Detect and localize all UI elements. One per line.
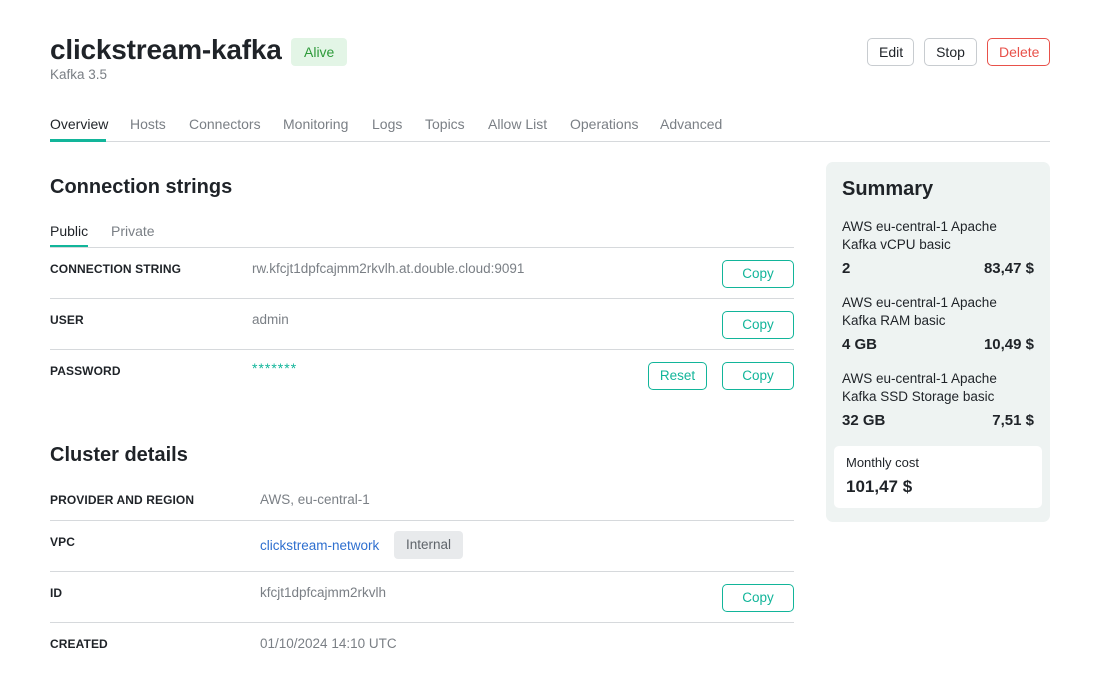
user-value: admin [252, 312, 289, 327]
subtab-private[interactable]: Private [111, 223, 155, 239]
id-label: ID [50, 586, 63, 600]
active-tab-indicator [50, 139, 106, 142]
connection-string-value: rw.kfcjt1dpfcajmm2rkvlh.at.double.cloud:… [252, 261, 525, 276]
connection-subtabs: Public Private [50, 220, 794, 248]
reset-password-button[interactable]: Reset [648, 362, 707, 390]
provider-label: PROVIDER AND REGION [50, 493, 195, 507]
delete-button[interactable]: Delete [987, 38, 1050, 66]
summary-item-price: 10,49 $ [983, 336, 1034, 353]
tab-advanced[interactable]: Advanced [660, 116, 722, 132]
copy-user-button[interactable]: Copy [722, 311, 794, 339]
active-subtab-indicator [50, 245, 88, 247]
copy-connection-string-button[interactable]: Copy [722, 260, 794, 288]
summary-item-price: 7,51 $ [992, 412, 1034, 429]
connection-strings-heading: Connection strings [50, 176, 233, 198]
summary-item-price: 83,47 $ [983, 260, 1034, 277]
vpc-label: VPC [50, 535, 75, 549]
tab-hosts[interactable]: Hosts [130, 116, 166, 132]
monthly-cost-label: Monthly cost [846, 455, 919, 470]
vpc-link[interactable]: clickstream-network [260, 538, 379, 553]
password-value: ******* [252, 360, 298, 376]
stop-button[interactable]: Stop [924, 38, 977, 66]
vpc-row: VPC clickstream-network Internal [50, 521, 794, 572]
subtab-public[interactable]: Public [50, 223, 88, 239]
user-row: USER admin Copy [50, 299, 794, 350]
connection-string-label: CONNECTION STRING [50, 262, 182, 276]
copy-password-button[interactable]: Copy [722, 362, 794, 390]
summary-panel: Summary AWS eu-central-1 Apache Kafka vC… [826, 162, 1050, 522]
cluster-details-heading: Cluster details [50, 444, 188, 466]
status-badge: Alive [291, 38, 348, 66]
summary-item-ram: AWS eu-central-1 Apache Kafka RAM basic … [842, 294, 1034, 358]
monthly-cost-card: Monthly cost 101,47 $ [834, 446, 1042, 508]
summary-item-qty: 2 [842, 260, 851, 277]
provider-row: PROVIDER AND REGION AWS, eu-central-1 [50, 479, 794, 521]
summary-item-name: AWS eu-central-1 Apache Kafka RAM basic [842, 295, 997, 328]
page-title: clickstream-kafka [50, 34, 282, 65]
provider-value: AWS, eu-central-1 [260, 492, 370, 507]
summary-item-name: AWS eu-central-1 Apache Kafka SSD Storag… [842, 371, 997, 404]
id-row: ID kfcjt1dpfcajmm2rkvlh Copy [50, 572, 794, 623]
id-value: kfcjt1dpfcajmm2rkvlh [260, 585, 387, 600]
summary-title: Summary [842, 178, 934, 200]
password-row: PASSWORD ******* Reset Copy [50, 350, 794, 401]
created-label: CREATED [50, 637, 108, 651]
edit-button[interactable]: Edit [867, 38, 914, 66]
tab-allow-list[interactable]: Allow List [488, 116, 547, 132]
copy-id-button[interactable]: Copy [722, 584, 794, 612]
summary-item-name: AWS eu-central-1 Apache Kafka vCPU basic [842, 219, 997, 252]
tab-monitoring[interactable]: Monitoring [283, 116, 348, 132]
summary-item-qty: 4 GB [842, 336, 878, 353]
tab-operations[interactable]: Operations [570, 116, 638, 132]
tab-logs[interactable]: Logs [372, 116, 402, 132]
cluster-version: Kafka 3.5 [50, 67, 108, 82]
summary-item-qty: 32 GB [842, 412, 886, 429]
monthly-cost-value: 101,47 $ [846, 477, 913, 496]
tab-overview[interactable]: Overview [50, 116, 108, 132]
connection-string-row: CONNECTION STRING rw.kfcjt1dpfcajmm2rkvl… [50, 248, 794, 299]
created-value: 01/10/2024 14:10 UTC [260, 636, 397, 651]
tab-connectors[interactable]: Connectors [189, 116, 261, 132]
main-tabs: Overview Hosts Connectors Monitoring Log… [50, 112, 1050, 142]
vpc-internal-tag: Internal [394, 531, 464, 559]
summary-item-vcpu: AWS eu-central-1 Apache Kafka vCPU basic… [842, 218, 1034, 282]
created-row: CREATED 01/10/2024 14:10 UTC [50, 623, 794, 663]
cluster-overview-page: clickstream-kafka Alive Kafka 3.5 Edit S… [0, 0, 1105, 683]
password-label: PASSWORD [50, 364, 121, 378]
summary-item-storage: AWS eu-central-1 Apache Kafka SSD Storag… [842, 370, 1034, 434]
user-label: USER [50, 313, 84, 327]
tab-topics[interactable]: Topics [425, 116, 465, 132]
